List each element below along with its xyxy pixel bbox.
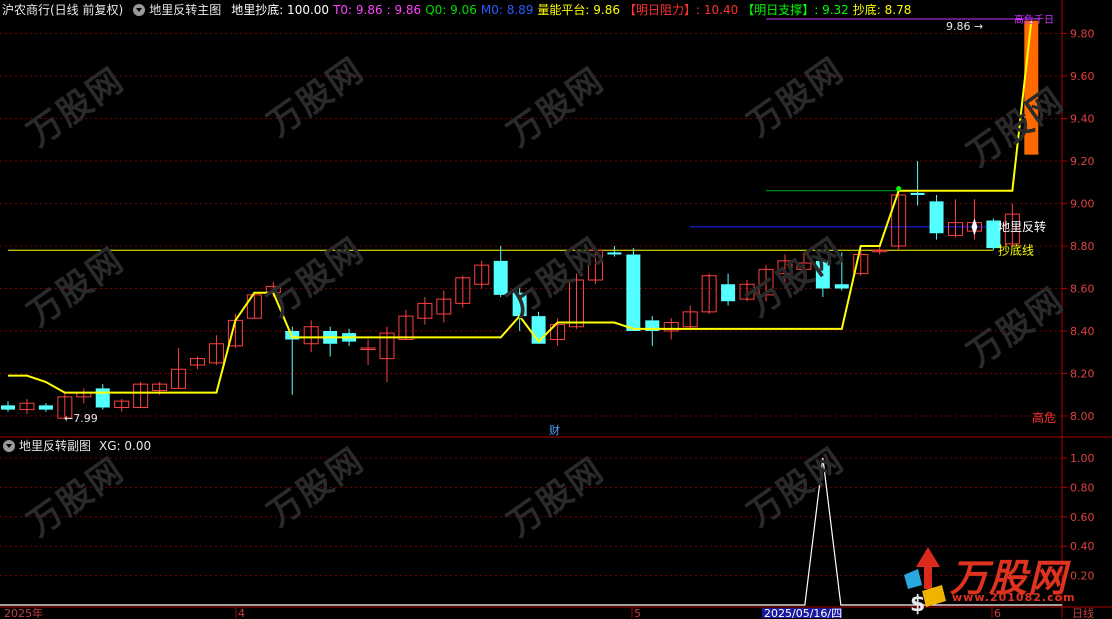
candle-body bbox=[1, 405, 15, 410]
sub-chart-header: 地里反转副图 XG: 0.00 bbox=[0, 437, 151, 455]
logo-arrow-icon: $ bbox=[904, 547, 946, 617]
date-label: 4 bbox=[238, 607, 245, 618]
candle-body bbox=[929, 201, 944, 234]
indicator-line-yellow bbox=[8, 20, 1033, 394]
signal-dot bbox=[896, 186, 902, 192]
candle-body bbox=[626, 254, 641, 331]
indicator-item-3: Q0: 9.06 bbox=[425, 3, 477, 17]
indicator-item-5: 量能平台: 9.86 bbox=[537, 3, 620, 17]
y-tick-label: 8.40 bbox=[1070, 325, 1095, 338]
low-price-marker: ←7.99 bbox=[64, 412, 98, 425]
y-tick-label: 8.20 bbox=[1070, 368, 1095, 381]
selected-date-label: 2025/05/16/四 bbox=[764, 607, 842, 618]
candle-body bbox=[815, 260, 830, 289]
stock-title[interactable]: 沪农商行(日线 前复权) bbox=[2, 3, 123, 17]
sub-indicator-name[interactable]: 地里反转副图 bbox=[19, 439, 91, 453]
indicator-item-2: : 9.86 bbox=[386, 3, 422, 17]
indicator-item-0: 地里抄底: 100.00 bbox=[231, 3, 330, 17]
reversal-label: 地里反转 bbox=[998, 219, 1046, 234]
y-tick-label: 9.00 bbox=[1070, 198, 1095, 211]
candle-body bbox=[95, 388, 110, 408]
chevron-down-icon[interactable] bbox=[3, 440, 15, 452]
indicator-item-8: 抄底: 8.78 bbox=[852, 3, 912, 17]
svg-text:$: $ bbox=[910, 592, 925, 615]
indicator-item-4: M0: 8.89 bbox=[480, 3, 534, 17]
y-tick-label: 9.80 bbox=[1070, 28, 1095, 41]
y-tick-label: 9.60 bbox=[1070, 70, 1095, 83]
chart-stage: 8.00 8.20 8.40 8.60 8.80 9.00 9.20 9.40 9.60 9.80… bbox=[0, 0, 1112, 618]
sub-indicator-value: XG: 0.00 bbox=[99, 439, 152, 453]
y-tick-label: 8.80 bbox=[1070, 240, 1095, 253]
danger-label: 高危 bbox=[1032, 410, 1056, 425]
candle-body bbox=[834, 284, 849, 289]
chevron-down-icon[interactable] bbox=[133, 4, 146, 16]
candle-body bbox=[607, 252, 622, 255]
y-tick-label: 8.60 bbox=[1070, 283, 1095, 296]
indicator-item-6: 【明日阻力】: 10.40 bbox=[624, 3, 739, 17]
candle-body bbox=[512, 292, 527, 317]
candle-body bbox=[531, 316, 546, 344]
reversal-diamond-icon bbox=[971, 218, 978, 236]
finance-icon: 财 bbox=[549, 423, 560, 437]
date-label: 5 bbox=[634, 607, 641, 618]
y-tick-label: 8.00 bbox=[1070, 410, 1095, 423]
sub-y-tick-label: 1.00 bbox=[1070, 452, 1095, 465]
candle-body bbox=[1024, 20, 1039, 155]
bottom-line-label: 抄底线 bbox=[998, 242, 1034, 257]
site-logo: $ 万股网 www.201082.com bbox=[900, 545, 1100, 617]
indicator-item-7: 【明日支撑】: 9.32 bbox=[742, 3, 849, 17]
date-label: 2025年 bbox=[4, 606, 43, 618]
candle-body bbox=[38, 405, 53, 410]
indicator-values: 地里抄底: 100.00 T0: 9.86: 9.86 Q0: 9.06 M0: 8.… bbox=[231, 3, 915, 17]
candle-body bbox=[721, 284, 736, 302]
logo-url: www.201082.com bbox=[952, 591, 1076, 604]
candle-body bbox=[910, 192, 925, 195]
sub-y-tick-label: 0.60 bbox=[1070, 511, 1095, 524]
y-tick-label: 9.20 bbox=[1070, 155, 1095, 168]
candle-body bbox=[493, 260, 508, 295]
high-price-marker: 9.86 → bbox=[946, 20, 983, 33]
sub-y-tick-label: 0.80 bbox=[1070, 481, 1095, 494]
main-chart-header: 沪农商行(日线 前复权) 地里反转主图 地里抄底: 100.00 T0: 9.86: … bbox=[0, 0, 1112, 20]
indicator-item-1: T0: 9.86 bbox=[333, 3, 383, 17]
y-tick-label: 9.40 bbox=[1070, 113, 1095, 126]
indicator-name[interactable]: 地里反转主图 bbox=[149, 3, 221, 17]
